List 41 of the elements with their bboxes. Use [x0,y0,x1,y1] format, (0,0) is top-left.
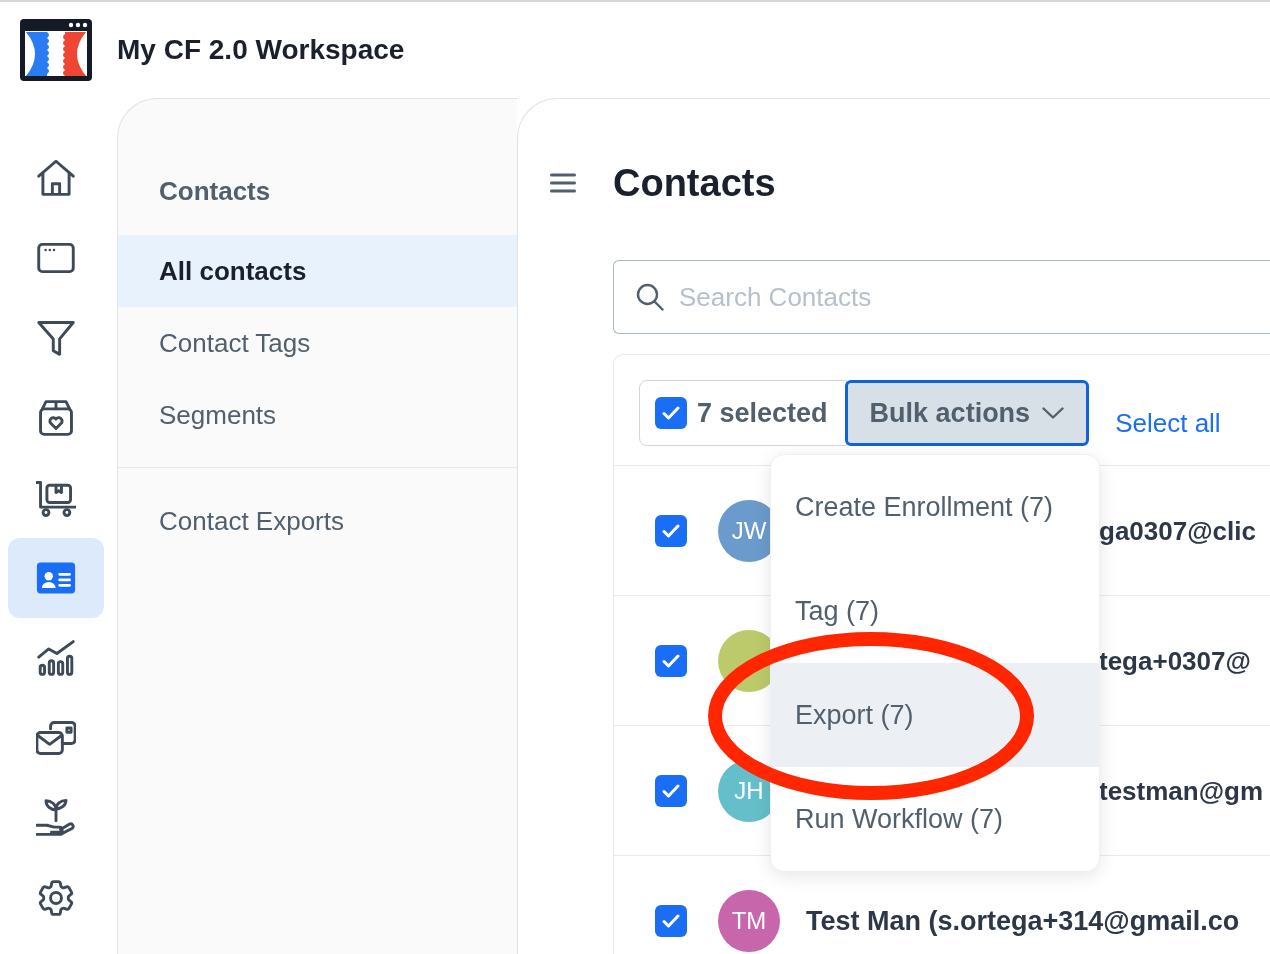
page-title: Contacts [613,161,776,206]
contact-name: testman@gm [1099,774,1264,807]
logo-icon [20,19,92,81]
bulk-actions-button[interactable]: Bulk actions [844,380,1090,446]
selected-count: 7 selected [697,397,828,429]
avatar: TM [718,889,780,952]
contact-name: Test Man (s.ortega+314@gmail.co [806,904,1240,937]
cart-box-icon [36,478,76,518]
check-icon [662,406,680,420]
nav-heading: Contacts [159,175,271,207]
menu-item[interactable]: Export (7) [771,663,1099,767]
search-field[interactable]: Search Contacts [613,260,1270,334]
checkbox[interactable] [655,514,687,547]
menu-icon[interactable] [550,173,576,193]
checkbox[interactable] [655,904,687,937]
chevron-down-icon [1042,407,1065,419]
check-icon [662,653,680,668]
check-icon [662,913,680,928]
funnel-icon [36,318,76,358]
check-icon [662,523,680,538]
select-all-link[interactable]: Select all [1115,406,1221,439]
menu-item[interactable]: Tag (7) [771,559,1099,663]
nav-item[interactable]: All contacts [118,235,517,307]
workspace-title: My CF 2.0 Workspace [117,33,405,67]
search-icon [636,283,664,311]
plant-hand-icon [36,798,76,838]
sidebar-button[interactable] [8,538,104,618]
bar-chart-icon [36,638,76,678]
envelope-card-icon [36,718,76,758]
nav-item[interactable]: Contact Exports [118,485,517,557]
check-icon [662,783,680,798]
checkbox[interactable] [655,397,687,429]
box-heart-icon [36,398,76,438]
contact-name: ga0307@clic [1099,514,1256,547]
nav-item[interactable]: Contact Tags [118,307,517,379]
nav-item[interactable]: Segments [118,379,517,451]
checkbox[interactable] [655,644,687,677]
contact-name: tega+0307@ [1099,644,1251,677]
settings-icon [36,878,76,918]
checkbox[interactable] [655,774,687,807]
home-icon [36,158,76,198]
